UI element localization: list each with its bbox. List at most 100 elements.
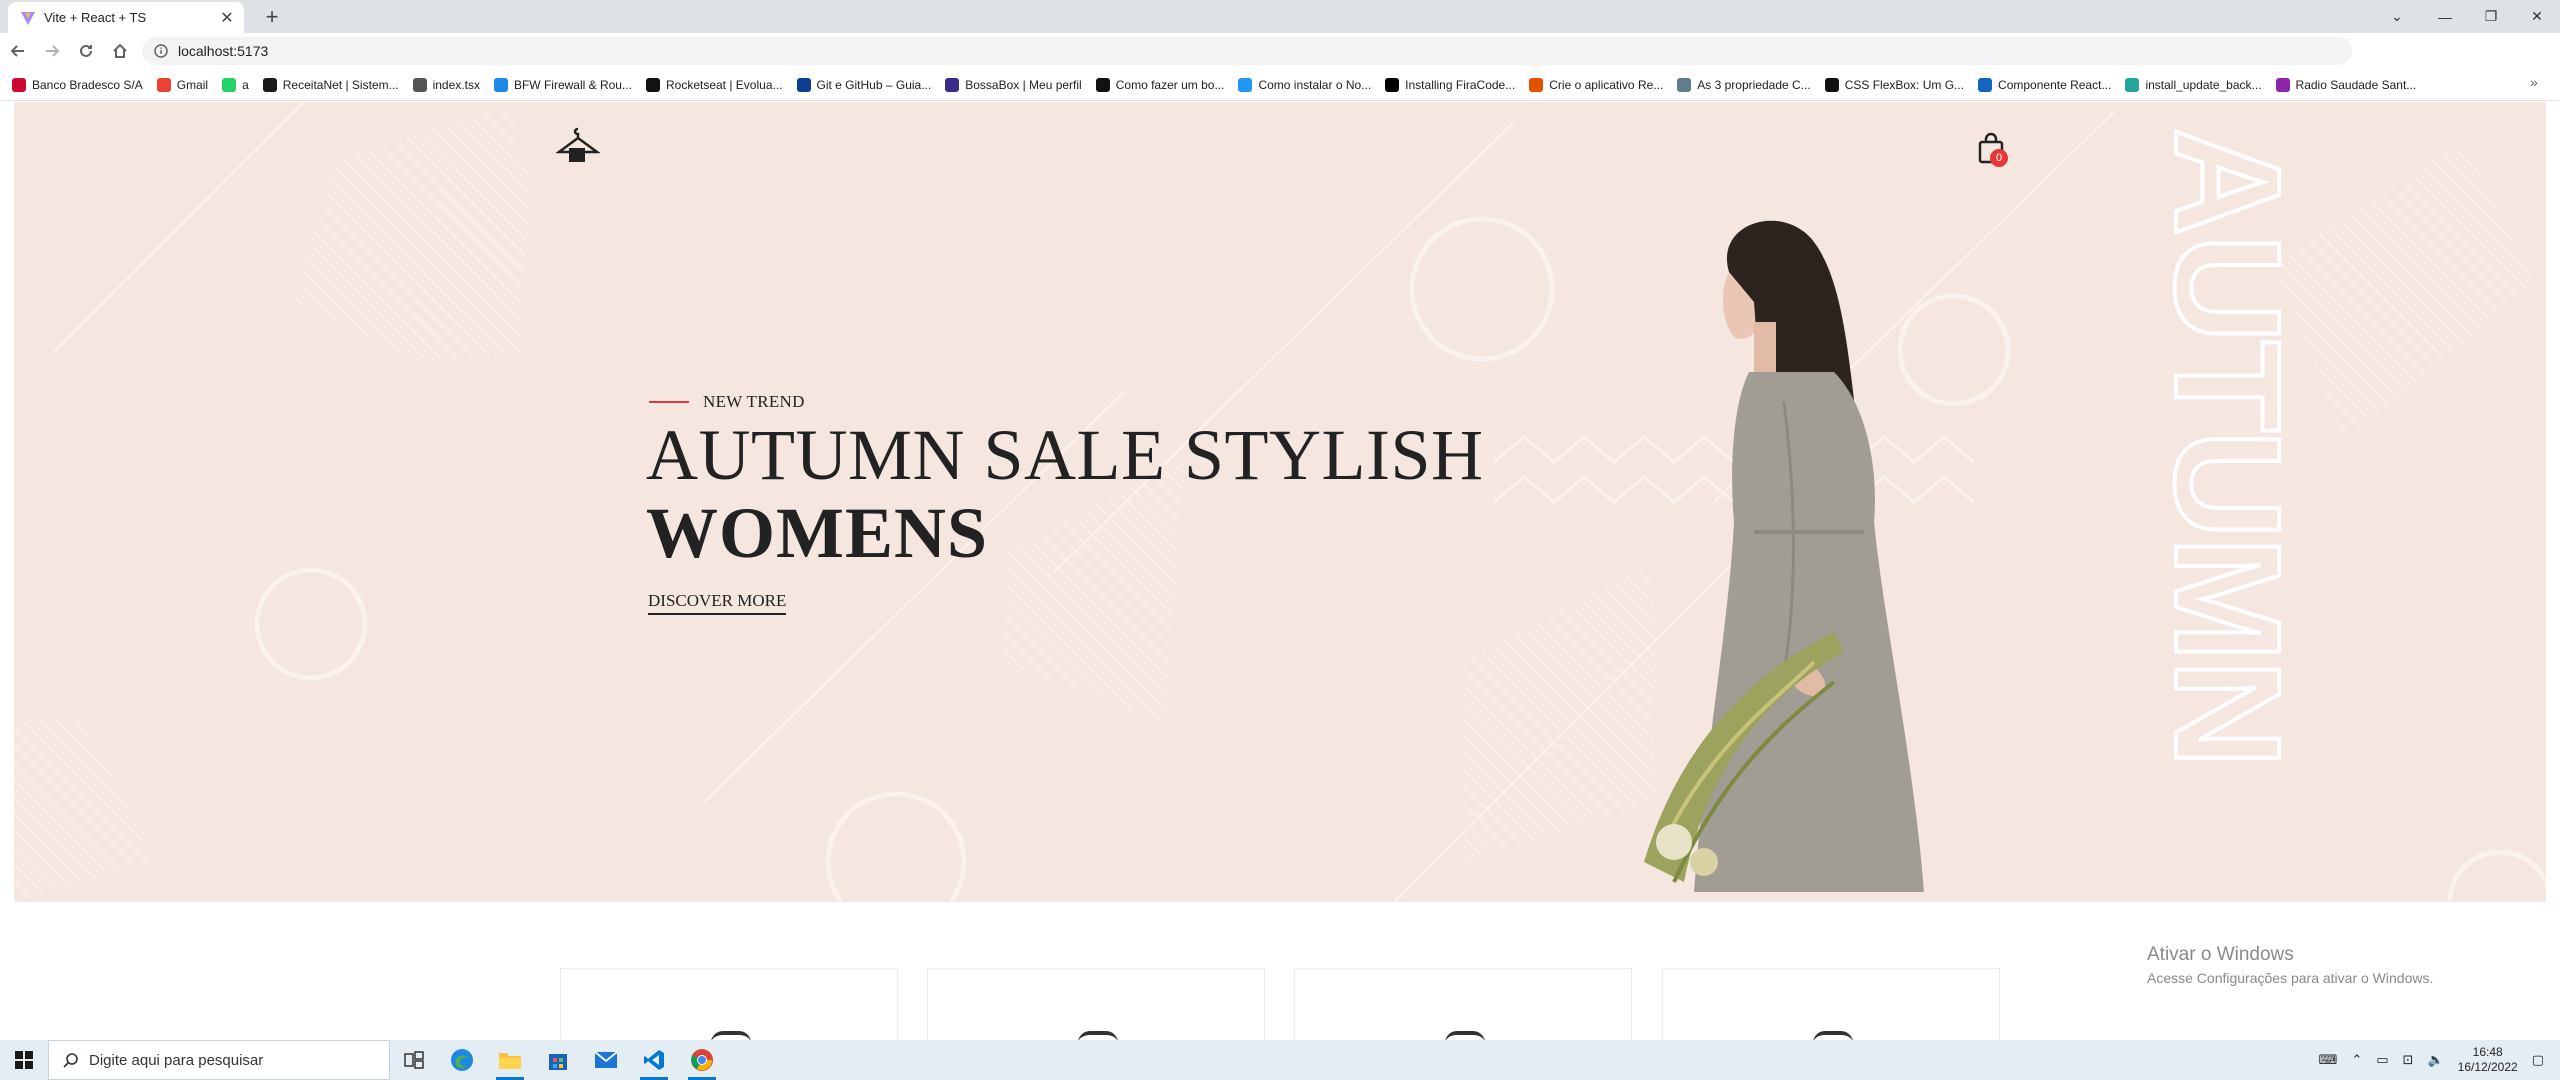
- cart-count-badge: 0: [1990, 149, 2008, 167]
- bookmark-favicon-icon: [222, 77, 237, 92]
- back-button[interactable]: [2, 35, 34, 67]
- file-explorer-icon[interactable]: [486, 1040, 534, 1080]
- system-tray: ⌨ ⌃ ▭ ⊡ 🔈 16:48 16/12/2022 ▢: [2319, 1040, 2544, 1080]
- bookmark-item[interactable]: Installing FiraCode...: [1385, 77, 1516, 92]
- bookmark-item[interactable]: Gmail: [156, 77, 208, 92]
- tab-title: Vite + React + TS: [44, 10, 147, 25]
- bookmark-item[interactable]: Banco Bradesco S/A: [12, 77, 143, 92]
- start-button[interactable]: [0, 1040, 48, 1080]
- chrome-icon[interactable]: [678, 1040, 726, 1080]
- bookmark-item[interactable]: index.tsx: [412, 77, 480, 92]
- bookmark-favicon-icon: [1238, 77, 1253, 92]
- bookmark-item[interactable]: install_update_back...: [2125, 77, 2262, 92]
- hero-banner: 0 NEW TREND AUTUMN SALE STYLISH WOMENS D…: [14, 102, 2546, 902]
- mail-glyph: [594, 1051, 618, 1068]
- activation-title: Ativar o Windows: [2147, 944, 2294, 965]
- autumn-side-word: AUTUMN: [2154, 126, 2284, 768]
- bookmark-favicon-icon: [1978, 77, 1993, 92]
- bookmark-item[interactable]: ReceitaNet | Sistem...: [262, 77, 399, 92]
- bookmark-item[interactable]: Radio Saudade Sant...: [2275, 77, 2416, 92]
- notifications-icon[interactable]: ▢: [2532, 1052, 2544, 1068]
- category-card[interactable]: [1294, 968, 1632, 1040]
- bookmark-item[interactable]: Como instalar o No...: [1238, 77, 1371, 92]
- edge-icon[interactable]: [438, 1040, 486, 1080]
- bookmark-label: BossaBox | Meu perfil: [965, 77, 1082, 92]
- bookmark-item[interactable]: a: [222, 77, 249, 92]
- bookmark-item[interactable]: Componente React...: [1978, 77, 2111, 92]
- restore-button[interactable]: ❐: [2468, 0, 2514, 33]
- bookmark-favicon-icon: [493, 77, 508, 92]
- bookmark-favicon-icon: [12, 77, 26, 92]
- tab-close-icon[interactable]: ✕: [218, 8, 236, 28]
- bookmark-label: Crie o aplicativo Re...: [1549, 77, 1664, 92]
- bookmark-label: Como fazer um bo...: [1115, 77, 1225, 92]
- tab-search-icon[interactable]: ⌄: [2374, 0, 2420, 33]
- category-card[interactable]: [1662, 968, 2000, 1040]
- search-placeholder: Digite aqui para pesquisar: [89, 1051, 264, 1069]
- category-card[interactable]: [560, 968, 898, 1040]
- browser-toolbar: localhost:5173 ⇪ ☆ ✚ ≡ ▯ ⋮: [0, 33, 2560, 95]
- bookmark-item[interactable]: As 3 propriedade C...: [1677, 77, 1811, 92]
- back-arrow-icon: [10, 45, 24, 57]
- category-card-icon: [1445, 1031, 1485, 1040]
- taskbar-clock[interactable]: 16:48 16/12/2022: [2458, 1045, 2518, 1075]
- reload-button[interactable]: [70, 35, 102, 67]
- clock-time: 16:48: [2472, 1045, 2503, 1059]
- vscode-glyph: [644, 1050, 664, 1070]
- category-card-icon: [1813, 1031, 1853, 1040]
- bookmark-favicon-icon: [2125, 77, 2140, 92]
- category-card-icon: [1078, 1031, 1118, 1040]
- windows-logo-icon: [15, 1051, 33, 1069]
- category-card[interactable]: [927, 968, 1265, 1040]
- clock-date: 16/12/2022: [2457, 1060, 2518, 1074]
- forward-arrow-icon: [46, 45, 60, 57]
- bookmark-label: CSS FlexBox: Um G...: [1844, 77, 1965, 92]
- reload-icon: [80, 44, 92, 57]
- model-woman-image: [1644, 220, 1924, 892]
- bookmark-item[interactable]: CSS FlexBox: Um G...: [1824, 77, 1965, 92]
- bookmark-favicon-icon: [1824, 77, 1839, 92]
- bookmark-item[interactable]: Crie o aplicativo Re...: [1529, 77, 1664, 92]
- minimize-button[interactable]: —: [2422, 0, 2468, 33]
- bookmark-favicon-icon: [1529, 77, 1544, 92]
- vscode-icon[interactable]: [630, 1040, 678, 1080]
- network-icon[interactable]: ⊡: [2403, 1052, 2414, 1068]
- windows-activation-watermark: Ativar o Windows Acesse Configurações pa…: [2147, 944, 2433, 986]
- device-icon[interactable]: ▭: [2376, 1052, 2388, 1068]
- store-icon[interactable]: [534, 1040, 582, 1080]
- bookmark-favicon-icon: [945, 77, 960, 92]
- folder-glyph: [499, 1053, 521, 1069]
- bookmark-label: Rocketseat | Evolua...: [665, 77, 783, 92]
- task-view-icon[interactable]: [390, 1040, 438, 1080]
- bookmarks-bar: Banco Bradesco S/A Gmail a ReceitaNet | Sis…: [0, 69, 2560, 101]
- bookmark-item[interactable]: BFW Firewall & Rou...: [493, 77, 632, 92]
- new-tab-button[interactable]: +: [258, 4, 286, 30]
- info-icon[interactable]: [154, 44, 168, 58]
- browser-tab[interactable]: Vite + React + TS ✕: [8, 2, 244, 33]
- more-bookmarks-icon[interactable]: »: [2530, 74, 2538, 90]
- hanger-logo-icon[interactable]: [556, 124, 600, 168]
- keyboard-layout-icon[interactable]: ⌨: [2319, 1052, 2338, 1068]
- vite-favicon-icon: [21, 11, 35, 25]
- activation-subtitle: Acesse Configurações para ativar o Windo…: [2147, 970, 2434, 986]
- home-button[interactable]: [104, 35, 136, 67]
- mail-icon[interactable]: [582, 1040, 630, 1080]
- bookmark-item[interactable]: Rocketseat | Evolua...: [645, 77, 783, 92]
- discover-more-link[interactable]: DISCOVER MORE: [648, 591, 787, 615]
- edge-glyph: [451, 1049, 473, 1071]
- bookmark-favicon-icon: [1095, 77, 1110, 92]
- bookmark-item[interactable]: BossaBox | Meu perfil: [945, 77, 1082, 92]
- volume-icon[interactable]: 🔈: [2427, 1052, 2443, 1068]
- bookmark-item[interactable]: Git e GitHub – Guia...: [796, 77, 931, 92]
- taskbar-search-box[interactable]: Digite aqui para pesquisar: [48, 1040, 390, 1080]
- bookmark-favicon-icon: [1677, 77, 1692, 92]
- bookmark-favicon-icon: [796, 77, 811, 92]
- close-window-button[interactable]: ✕: [2514, 0, 2560, 33]
- tray-expand-chevron-icon[interactable]: ⌃: [2351, 1052, 2362, 1068]
- forward-button[interactable]: [36, 35, 68, 67]
- hero-headline-line2: WOMENS: [646, 493, 989, 573]
- bookmark-label: Installing FiraCode...: [1405, 77, 1516, 92]
- bookmark-item[interactable]: Como fazer um bo...: [1095, 77, 1225, 92]
- address-bar[interactable]: localhost:5173: [142, 37, 2352, 65]
- accent-line: [649, 401, 689, 403]
